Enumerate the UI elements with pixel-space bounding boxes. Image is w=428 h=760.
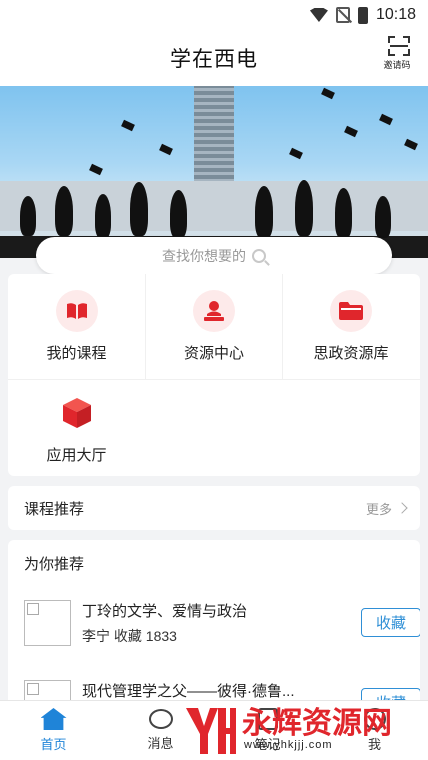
- course-thumbnail: [24, 680, 71, 700]
- watermark-logo-icon: [182, 702, 238, 758]
- tab-label: 消息: [147, 736, 174, 751]
- invite-code-label: 邀请码: [383, 60, 411, 70]
- section-title: 为你推荐: [24, 556, 85, 573]
- page-title: 学在西电: [170, 48, 258, 71]
- collect-button[interactable]: 收藏: [361, 688, 420, 700]
- person-desk-icon: [193, 290, 235, 332]
- more-label: 更多: [365, 501, 392, 517]
- watermark-url: www.yhkjjj.com: [244, 739, 333, 751]
- more-link[interactable]: 更多: [365, 499, 408, 518]
- menu-ideology-library[interactable]: 思政资源库: [282, 274, 419, 379]
- menu-label: 我的课程: [46, 345, 107, 362]
- course-thumbnail: [24, 600, 71, 646]
- course-name: 丁玲的文学、爱情与政治: [82, 603, 248, 620]
- search-icon: [252, 248, 266, 263]
- menu-my-courses[interactable]: 我的课程: [8, 274, 145, 379]
- status-bar: 10:18: [0, 0, 428, 30]
- list-item[interactable]: 丁玲的文学、爱情与政治 李宁 收藏 1833 收藏: [24, 600, 420, 648]
- banner-image[interactable]: [0, 86, 428, 258]
- collect-button[interactable]: 收藏: [361, 608, 420, 637]
- home-icon: [40, 708, 67, 730]
- section-title: 课程推荐: [24, 500, 85, 518]
- app-header: 学在西电 邀请码: [0, 30, 428, 86]
- invite-code-button[interactable]: 邀请码: [383, 36, 414, 71]
- wifi-icon: [309, 8, 328, 22]
- menu-label: 思政资源库: [313, 345, 389, 362]
- menu-resource-center[interactable]: 资源中心: [145, 274, 282, 379]
- tab-home[interactable]: 首页: [0, 701, 107, 760]
- book-icon: [55, 290, 98, 332]
- tab-label: 首页: [40, 737, 67, 752]
- course-recommend-bar: 课程推荐 更多: [8, 486, 420, 530]
- course-meta: 李宁 收藏 1833: [82, 628, 177, 644]
- watermark: 永辉资源网 www.yhkjjj.com: [182, 700, 428, 760]
- for-you-section: 为你推荐 丁玲的文学、爱情与政治 李宁 收藏 1833 收藏 现代管理学之父——…: [8, 540, 420, 700]
- chevron-right-icon: [396, 502, 408, 514]
- quick-menu: 我的课程 资源中心 思政资源库 应用大厅: [8, 274, 420, 476]
- list-item[interactable]: 现代管理学之父——彼得·德鲁... 收藏: [24, 680, 420, 700]
- search-input[interactable]: 查找你想要的: [36, 237, 392, 274]
- menu-app-hall[interactable]: 应用大厅: [8, 380, 145, 477]
- no-sim-icon: [335, 7, 350, 23]
- battery-icon: [357, 6, 368, 24]
- watermark-text: 永辉资源网: [242, 707, 392, 740]
- search-placeholder: 查找你想要的: [162, 247, 246, 264]
- course-name: 现代管理学之父——彼得·德鲁...: [82, 683, 295, 700]
- folder-icon: [330, 290, 372, 332]
- menu-label: 应用大厅: [46, 447, 107, 464]
- menu-label: 资源中心: [183, 345, 244, 362]
- status-time: 10:18: [375, 6, 416, 23]
- message-icon: [148, 709, 173, 729]
- cube-icon: [56, 392, 98, 434]
- scan-icon: [388, 36, 410, 56]
